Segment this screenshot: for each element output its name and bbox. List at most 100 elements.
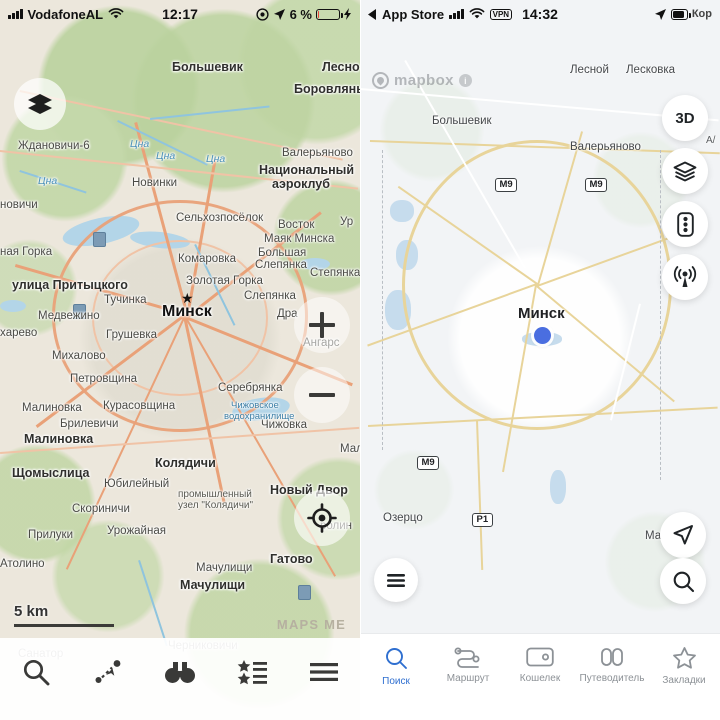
map-river-label: Цна xyxy=(156,150,176,162)
info-icon[interactable]: i xyxy=(458,74,472,87)
battery-percent: 6 % xyxy=(289,6,312,22)
signal-bars-icon xyxy=(449,9,464,19)
map-place-label: Валерьяново xyxy=(282,147,353,159)
map-place-label: Мачулищи xyxy=(180,578,246,592)
scale-bar: 5 km xyxy=(14,603,114,627)
map-place-label: Жданович­и-6 xyxy=(18,140,90,152)
location-arrow-icon xyxy=(654,8,667,21)
tab-putevoditel[interactable]: Путеводитель xyxy=(576,646,648,720)
tab-label: Поиск xyxy=(382,676,410,687)
layers-button[interactable] xyxy=(14,78,66,130)
tab-poisk[interactable]: Поиск xyxy=(360,646,432,720)
my-location-button[interactable] xyxy=(294,490,350,546)
map-place-label: ная Горка xyxy=(0,246,53,258)
tab-label: Маршрут xyxy=(446,673,490,684)
zoom-out-button[interactable] xyxy=(294,367,350,423)
binoculars-icon xyxy=(598,646,626,668)
map-place-label: Гатово xyxy=(270,552,313,566)
map-place-label: Щомыслица xyxy=(12,466,90,480)
map-water-body xyxy=(390,200,414,222)
search-icon xyxy=(21,657,51,687)
map-place-label: Мачулищи xyxy=(196,562,253,574)
tab-koshelek[interactable]: Кошелек xyxy=(504,646,576,720)
zoom-in-button[interactable] xyxy=(294,297,350,353)
map-place-label: Слепянка xyxy=(244,290,296,302)
map-place-label: Большевик xyxy=(432,115,492,127)
star-icon xyxy=(672,646,697,670)
map-place-label: Брилевичи xyxy=(60,418,119,430)
three-d-label: 3D xyxy=(675,109,695,127)
tab-route[interactable] xyxy=(72,652,144,692)
three-d-button[interactable]: 3D xyxy=(662,95,708,141)
right-tab-bar: Поиск Маршрут Кошелек Путеводитель Закла… xyxy=(360,634,720,720)
layers-stack-icon xyxy=(673,161,697,182)
tab-marshrut[interactable]: Маршрут xyxy=(432,646,504,720)
map-place-label: новичи xyxy=(0,199,38,211)
map-water-label: Чижовское xyxy=(231,400,279,411)
vpn-badge: VPN xyxy=(489,8,513,20)
navigate-button[interactable] xyxy=(660,512,706,558)
map-place-label: Степянка xyxy=(310,267,360,279)
alarm-icon xyxy=(255,7,269,21)
plus-icon xyxy=(309,313,335,337)
map-place-label: Колядичи xyxy=(155,456,216,470)
tab-menu[interactable] xyxy=(288,652,360,692)
navigate-arrow-icon xyxy=(672,524,694,546)
route-arrow-icon xyxy=(93,657,123,687)
map-highway-shield: P1 xyxy=(472,513,493,527)
lightning-bolt-icon xyxy=(344,8,352,20)
mapbox-wordmark: mapbox xyxy=(394,72,454,89)
route-icon xyxy=(454,646,482,668)
broadcast-button[interactable] xyxy=(662,254,708,300)
mapbox-attribution[interactable]: mapbox i xyxy=(372,72,472,89)
map-water-body xyxy=(550,470,566,504)
map-place-label: улица Притыцкого xyxy=(12,278,128,292)
hamburger-menu-icon xyxy=(386,573,406,588)
map-city-label-minsk: Минск xyxy=(518,305,565,322)
back-app-label[interactable]: App Store xyxy=(382,7,444,22)
map-place-label: Малиновка xyxy=(24,432,94,446)
right-status-bar: App Store VPN 14:32 Кор xyxy=(360,0,720,28)
hamburger-menu-icon xyxy=(309,661,339,683)
tab-discovery[interactable] xyxy=(144,652,216,692)
left-status-bar: VodafoneAL 12:17 6 % xyxy=(0,0,360,28)
tab-label: Кошелек xyxy=(519,673,561,684)
traffic-button[interactable] xyxy=(662,201,708,247)
scale-bar-line xyxy=(14,624,114,627)
tab-search[interactable] xyxy=(0,652,72,692)
map-menu-button[interactable] xyxy=(374,558,418,602)
map-place-label: А/ xyxy=(706,135,716,146)
map-place-label: Прилуки xyxy=(28,529,74,541)
map-place-label: Новинки xyxy=(132,177,178,189)
map-river xyxy=(150,105,270,120)
map-place-label: Мал xyxy=(340,443,360,455)
map-place-label: Михалово xyxy=(52,350,106,362)
map-place-label: Грушевка xyxy=(106,329,158,341)
tab-bookmarks[interactable] xyxy=(216,652,288,692)
map-place-label: Юбилейный xyxy=(104,478,170,490)
back-triangle-icon[interactable] xyxy=(368,8,377,20)
map-poi-marker[interactable] xyxy=(298,585,311,600)
map-place-label: Курасовщина xyxy=(103,400,176,412)
map-city-label-minsk: Минск xyxy=(162,303,212,320)
map-place-label: Лесно xyxy=(322,60,360,74)
tab-zakladki[interactable]: Закладки xyxy=(648,646,720,720)
panel-divider xyxy=(360,0,361,720)
minus-icon xyxy=(309,393,335,397)
map-place-label: Золотая Горка xyxy=(186,275,263,287)
location-arrow-icon xyxy=(273,8,286,21)
map-poi-marker[interactable] xyxy=(93,232,106,247)
wallet-icon xyxy=(526,646,554,668)
left-phone-panel: ★ Большевик Лесно Боровляны Жданович­и-6 Нов… xyxy=(0,0,360,720)
map-place-label: Атолино xyxy=(0,558,45,570)
layers-button[interactable] xyxy=(662,148,708,194)
map-boundary xyxy=(382,150,383,450)
map-search-button[interactable] xyxy=(660,558,706,604)
map-place-label: Валерьяново xyxy=(570,141,641,153)
traffic-light-icon xyxy=(676,211,694,237)
carrier-cut-label: Кор xyxy=(691,8,712,20)
map-place-label: Маяк Минска xyxy=(264,233,335,245)
map-place-label: Лесковка xyxy=(626,64,676,76)
layers-stack-icon xyxy=(26,92,54,116)
map-place-label: Тучинка xyxy=(104,294,147,306)
